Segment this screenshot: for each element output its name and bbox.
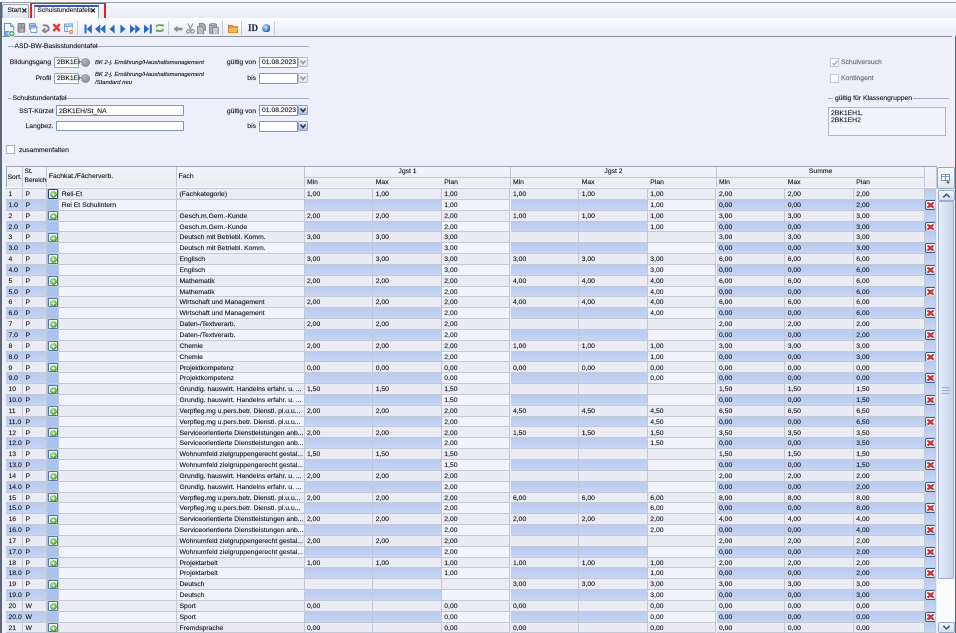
svg-text:?: ? (264, 26, 267, 32)
